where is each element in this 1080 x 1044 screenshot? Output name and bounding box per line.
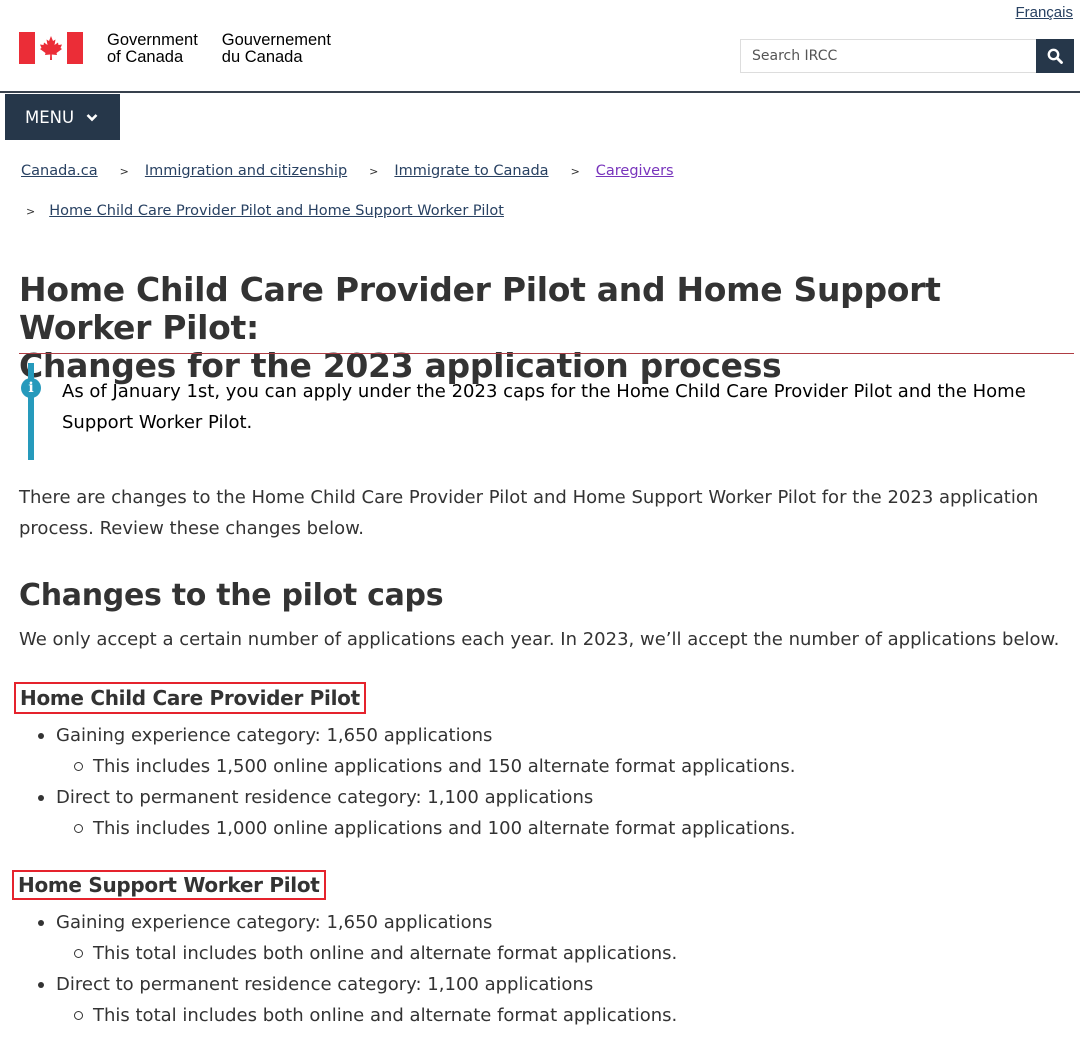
breadcrumb-item-pilots[interactable]: Home Child Care Provider Pilot and Home …	[49, 203, 504, 219]
government-of-canada-signature[interactable]: Government of Canada Gouvernement du Can…	[19, 32, 331, 66]
info-icon: i	[21, 378, 41, 398]
list-subitem: This includes 1,000 online applications …	[19, 813, 795, 844]
breadcrumb-continued: > Home Child Care Provider Pilot and Hom…	[26, 203, 504, 219]
search-form	[740, 39, 1074, 73]
list-subitem: This includes 1,500 online applications …	[19, 751, 795, 782]
breadcrumb-item-immigration-citizenship[interactable]: Immigration and citizenship	[145, 163, 347, 179]
signature-french: Gouvernement du Canada	[221, 31, 331, 66]
signature-english: Government of Canada	[107, 31, 198, 66]
breadcrumb-item-canada[interactable]: Canada.ca	[21, 163, 98, 179]
language-toggle-link[interactable]: Français	[1015, 4, 1073, 21]
list-subitem: This total includes both online and alte…	[19, 938, 677, 969]
breadcrumb-separator: >	[570, 164, 580, 178]
search-button[interactable]	[1036, 39, 1074, 73]
pilot-caps-list: Gaining experience category: 1,650 appli…	[19, 720, 795, 844]
pilot-caps-list: Gaining experience category: 1,650 appli…	[19, 907, 677, 1031]
breadcrumb-item-caregivers[interactable]: Caregivers	[596, 163, 674, 179]
breadcrumb-separator: >	[369, 164, 379, 178]
header-divider	[0, 91, 1080, 93]
list-item: Gaining experience category: 1,650 appli…	[19, 720, 795, 751]
pilot-heading-home-child-care: Home Child Care Provider Pilot	[14, 682, 366, 714]
breadcrumb-separator: >	[26, 204, 36, 218]
chevron-down-icon	[86, 113, 98, 121]
search-input[interactable]	[740, 39, 1036, 73]
list-subitem: This total includes both online and alte…	[19, 1000, 677, 1031]
breadcrumb-separator: >	[119, 164, 129, 178]
list-item: Direct to permanent residence category: …	[19, 969, 677, 1000]
intro-paragraph: There are changes to the Home Child Care…	[19, 487, 1039, 539]
alert-text: As of January 1st, you can apply under t…	[62, 381, 1026, 433]
info-alert: i As of January 1st, you can apply under…	[21, 363, 1074, 460]
list-item: Gaining experience category: 1,650 appli…	[19, 907, 677, 938]
canada-flag-icon	[19, 32, 83, 64]
breadcrumb-item-immigrate-to-canada[interactable]: Immigrate to Canada	[394, 163, 548, 179]
list-item: Direct to permanent residence category: …	[19, 782, 795, 813]
section-heading: Changes to the pilot caps	[19, 578, 444, 613]
pilot-heading-home-support-worker: Home Support Worker Pilot	[12, 870, 326, 900]
title-underline	[19, 353, 1074, 354]
breadcrumb: Canada.ca > Immigration and citizenship …	[21, 163, 674, 179]
menu-button[interactable]: MENU	[5, 94, 120, 140]
menu-label: MENU	[25, 107, 75, 127]
section-lead: We only accept a certain number of appli…	[19, 629, 1060, 650]
search-icon	[1047, 48, 1063, 64]
